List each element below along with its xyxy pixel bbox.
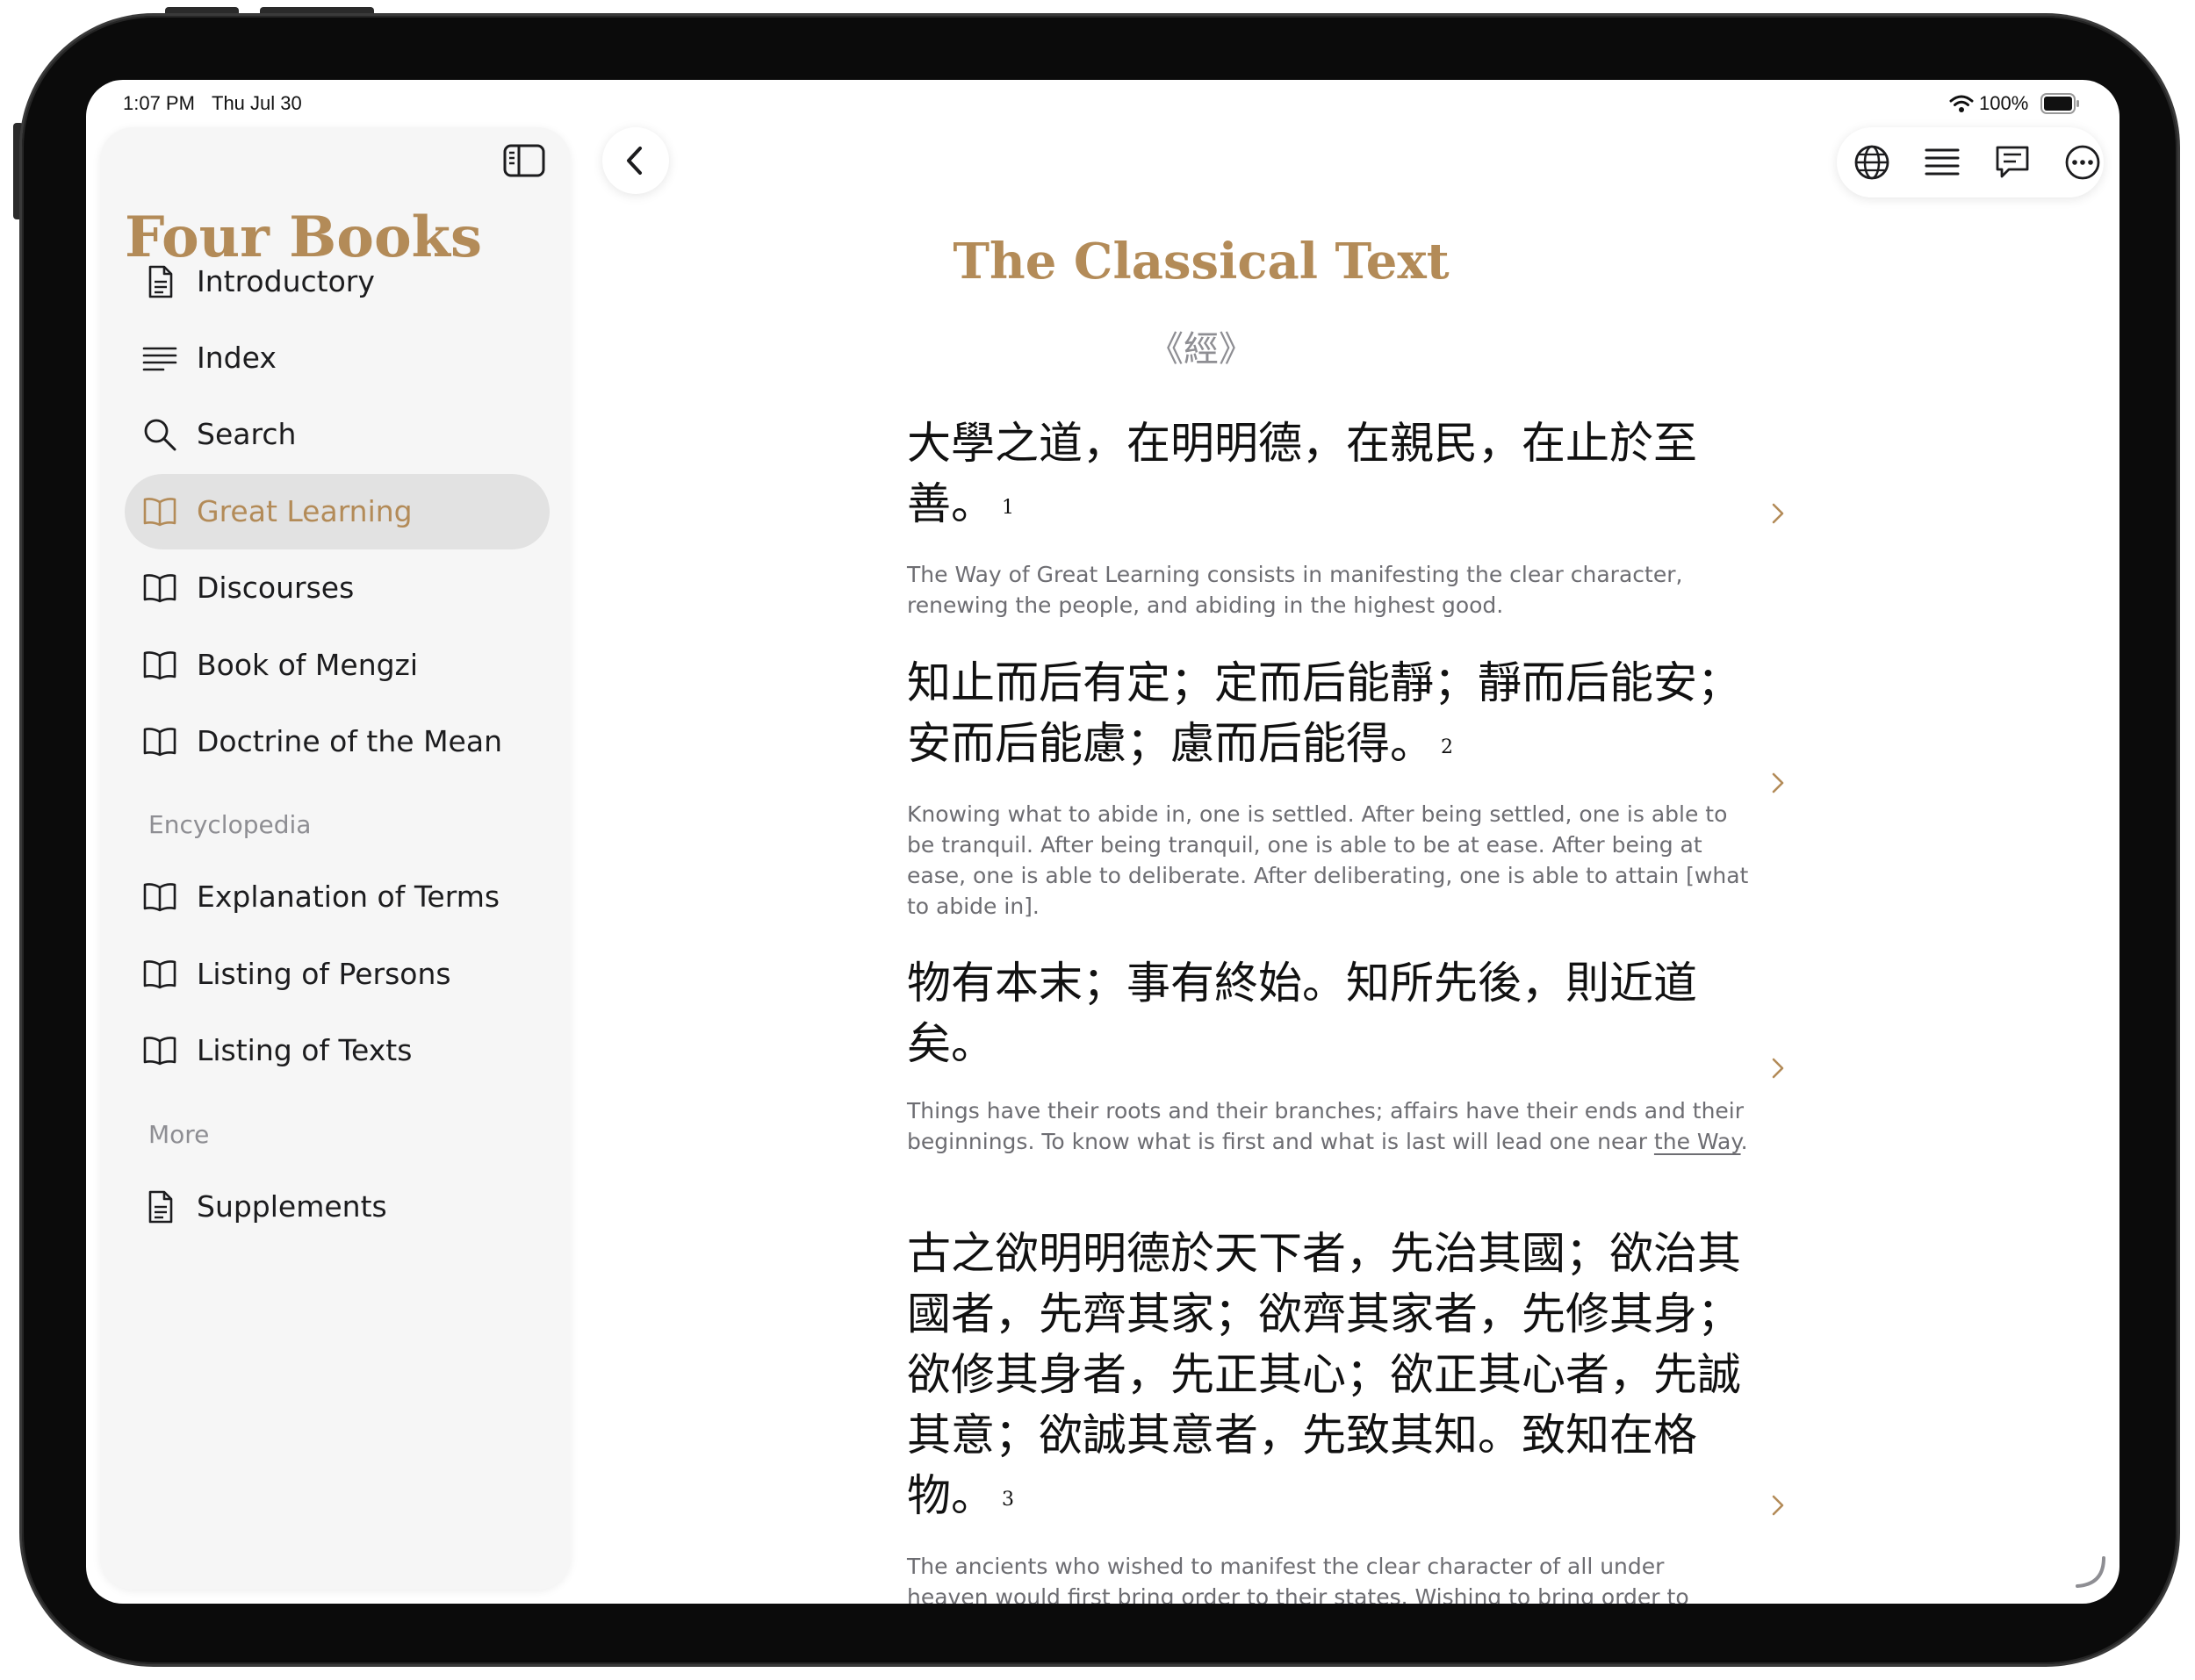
sidebar-item-doctrine-of-the-mean[interactable]: Doctrine of the Mean [125,704,550,779]
chevron-right-icon[interactable] [1768,1054,1788,1082]
verse-translation: Things have their roots and their branch… [907,1098,1748,1154]
verse[interactable]: 知止而后有定；定而后能靜；靜而后能安；安而后能慮；慮而后能得。 2 Knowing… [907,653,1750,922]
chevron-right-icon[interactable] [1768,499,1788,528]
battery-percent: 100% [1979,92,2029,114]
footnote-marker[interactable]: 2 [1441,736,1453,758]
back-chevron-icon [627,147,642,175]
toolbar [1837,127,2104,197]
sidebar-item-label: Book of Mengzi [197,648,419,682]
sidebar-item-index[interactable]: Index [125,320,550,396]
status-date: Thu Jul 30 [212,92,302,114]
verse-chinese-text: 物有本末；事有終始。知所先後，則近道矣。 [907,958,1697,1069]
document-icon [148,1190,173,1224]
wifi-icon [1949,95,1974,112]
sidebar-item-label: Search [197,417,297,451]
sidebar-item-supplements[interactable]: Supplements [125,1169,550,1245]
back-button[interactable] [602,127,669,194]
book-icon [143,574,176,603]
sidebar-toggle-icon[interactable] [502,143,546,178]
document-icon [148,265,173,298]
verse[interactable]: 物有本末；事有終始。知所先後，則近道矣。 Things have their r… [907,953,1750,1157]
sidebar-item-introductory[interactable]: Introductory [125,244,550,319]
screen: 1:07 PM Thu Jul 30 100% Four Books Intro… [86,80,2119,1604]
sidebar-item-book-of-mengzi[interactable]: Book of Mengzi [125,628,550,703]
battery-icon [2040,93,2079,114]
status-time: 1:07 PM [123,92,195,114]
page-subtitle: 《經》 [1148,329,1254,370]
section-header-more: More [148,1120,210,1149]
sidebar-item-listing-of-texts[interactable]: Listing of Texts [125,1013,550,1088]
section-header-encyclopedia: Encyclopedia [148,810,312,839]
globe-icon[interactable] [1853,143,1891,182]
sidebar-item-discourses[interactable]: Discourses [125,550,550,626]
chevron-right-icon[interactable] [1768,1491,1788,1519]
more-icon[interactable] [2063,143,2102,182]
footnote-marker[interactable]: 3 [1002,1489,1014,1511]
sidebar-item-search[interactable]: Search [125,397,550,472]
glossary-link[interactable]: the Way [1654,1129,1741,1154]
chevron-right-icon[interactable] [1768,769,1788,797]
verse[interactable]: 古之欲明明德於天下者，先治其國；欲治其國者，先齊其家；欲齊其家者，先修其身；欲修… [907,1224,1750,1604]
verse-chinese-text: 古之欲明明德於天下者，先治其國；欲治其國者，先齊其家；欲齊其家者，先修其身；欲修… [907,1228,1741,1521]
book-icon [143,651,176,680]
sidebar: Four Books Introductory Index Search Gre… [100,127,571,1590]
sidebar-item-label: Explanation of Terms [197,879,500,914]
sidebar-item-label: Doctrine of the Mean [197,724,502,758]
verse-translation: The ancients who wished to manifest the … [907,1554,1689,1604]
search-icon [144,419,176,451]
text-align-icon[interactable] [1923,143,1961,182]
comment-icon[interactable] [1993,143,2032,182]
sidebar-item-label: Listing of Persons [197,957,451,991]
verse-translation: Knowing what to abide in, one is settled… [907,801,1749,919]
book-icon [143,1037,176,1066]
verse-chinese-text: 大學之道，在明明德，在親民，在止於至善。 1 [907,418,1697,529]
sidebar-item-explanation-of-terms[interactable]: Explanation of Terms [125,859,550,935]
sidebar-item-listing-of-persons[interactable]: Listing of Persons [125,937,550,1012]
sidebar-item-label: Introductory [197,264,375,298]
verse-chinese-text: 知止而后有定；定而后能靜；靜而后能安；安而后能慮；慮而后能得。 2 [907,657,1741,769]
book-icon [143,883,176,912]
book-icon [143,728,176,757]
sidebar-item-great-learning[interactable]: Great Learning [125,474,550,549]
sidebar-item-label: Listing of Texts [197,1033,413,1067]
sidebar-item-label: Supplements [197,1189,387,1224]
page-title: The Classical Text [953,233,1450,291]
corner-indicator-icon [2076,1556,2105,1588]
sidebar-item-label: Great Learning [197,494,413,528]
verse[interactable]: 大學之道，在明明德，在親民，在止於至善。 1 The Way of Great L… [907,413,1750,621]
list-icon [142,347,177,371]
sidebar-item-label: Discourses [197,571,355,605]
verse-translation: The Way of Great Learning consists in ma… [907,562,1683,618]
book-icon [143,960,176,989]
sidebar-item-label: Index [197,341,277,375]
footnote-marker[interactable]: 1 [1002,497,1014,519]
book-icon [143,498,176,527]
